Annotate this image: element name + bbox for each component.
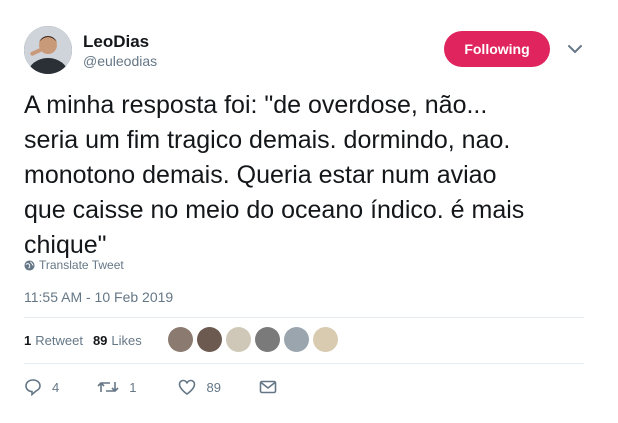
retweets-stat[interactable]: 1 Retweet — [24, 333, 83, 348]
divider-bottom — [24, 363, 584, 364]
tweet-timestamp[interactable]: 11:55 AM - 10 Feb 2019 — [24, 289, 173, 305]
retweet-button[interactable]: 1 — [97, 379, 136, 395]
direct-message-button[interactable] — [259, 379, 277, 395]
likes-label: Likes — [111, 333, 142, 348]
tweet-actions: 4 1 89 — [24, 378, 277, 396]
divider-top — [24, 317, 584, 318]
likes-count: 89 — [92, 333, 108, 348]
retweet-icon — [97, 382, 119, 392]
author-avatar-image — [24, 26, 72, 74]
heart-icon — [179, 379, 196, 395]
reply-button[interactable]: 4 — [24, 378, 59, 396]
retweet-count: 1 — [129, 379, 137, 395]
liker-avatar[interactable] — [226, 327, 251, 352]
author-handle[interactable]: @euleodias — [83, 53, 157, 69]
translate-tweet-link[interactable]: Translate Tweet — [24, 258, 124, 272]
likes-stat[interactable]: 89 Likes — [93, 333, 142, 348]
liker-avatar[interactable] — [168, 327, 193, 352]
following-button[interactable]: Following — [444, 31, 550, 67]
chevron-down-icon[interactable] — [566, 42, 584, 56]
liker-avatar[interactable] — [197, 327, 222, 352]
default-avatar-icon[interactable] — [284, 327, 309, 352]
translate-label: Translate Tweet — [39, 258, 124, 272]
retweets-label: Retweet — [35, 333, 83, 348]
likers-list — [168, 327, 338, 352]
liker-avatar[interactable] — [313, 327, 338, 352]
like-count: 89 — [206, 379, 221, 395]
envelope-icon — [259, 380, 277, 394]
retweets-count: 1 — [24, 333, 32, 348]
author-name[interactable]: LeoDias — [83, 32, 149, 52]
globe-icon — [24, 259, 35, 271]
reply-count: 4 — [52, 379, 60, 395]
liker-avatar[interactable] — [255, 327, 280, 352]
like-button[interactable]: 89 — [178, 379, 221, 395]
tweet-stats: 1 Retweet 89 Likes — [24, 333, 152, 348]
reply-icon — [25, 379, 41, 396]
author-avatar[interactable] — [24, 26, 72, 74]
tweet-text: A minha resposta foi: "de overdose, não.… — [24, 91, 525, 259]
